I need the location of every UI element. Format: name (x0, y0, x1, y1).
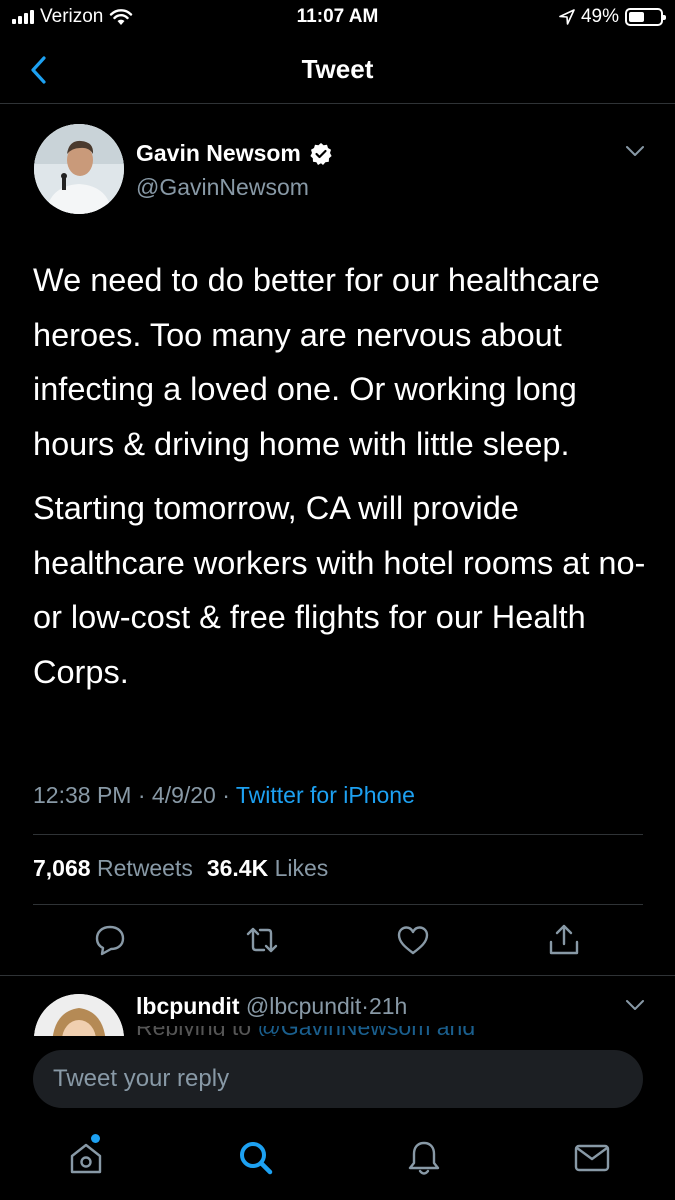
tweet-meta: 12:38 PM · 4/9/20 · Twitter for iPhone (33, 782, 415, 809)
verified-badge-icon (310, 142, 332, 165)
tweet-text: We need to do better for our healthcare … (33, 253, 653, 709)
tweet-actions (0, 922, 675, 962)
meta-separator: · (137, 782, 146, 808)
reply-age: 21h (368, 993, 408, 1019)
reply-header: lbcpundit @lbcpundit·21h (136, 993, 407, 1020)
battery-percent: 49% (580, 6, 619, 27)
search-icon[interactable] (236, 1138, 276, 1178)
tweet-paragraph: Starting tomorrow, CA will provide healt… (33, 490, 646, 690)
reply-snippet-prefix: Replying to (136, 1026, 251, 1036)
tweet-date: 4/9/20 (151, 782, 216, 808)
reply-separator: · (361, 993, 369, 1019)
comment-icon[interactable] (92, 922, 128, 958)
tweet-source-link[interactable]: Twitter for iPhone (236, 782, 415, 808)
tweet-paragraph: We need to do better for our healthcare … (33, 262, 600, 462)
share-icon[interactable] (546, 922, 582, 958)
reply-author-name[interactable]: lbcpundit (136, 993, 239, 1019)
divider (0, 975, 675, 976)
chevron-down-icon[interactable] (625, 144, 645, 158)
author-handle[interactable]: @GavinNewsom (136, 174, 309, 201)
divider (33, 834, 643, 835)
tweet-stats: 7,068 Retweets 36.4K Likes (33, 855, 328, 882)
home-icon[interactable] (66, 1138, 106, 1178)
reply-author-handle[interactable]: @lbcpundit (246, 993, 361, 1019)
reply-input[interactable]: Tweet your reply (33, 1050, 643, 1108)
battery-icon (625, 8, 666, 26)
avatar-photo (34, 124, 124, 214)
retweet-icon[interactable] (244, 922, 280, 958)
author-name-text: Gavin Newsom (136, 140, 301, 166)
mail-icon[interactable] (572, 1138, 612, 1178)
avatar[interactable] (34, 124, 124, 214)
likes-count: 36.4K (206, 855, 269, 881)
likes-stat[interactable]: 36.4K Likes (207, 855, 328, 882)
tweet-time: 12:38 PM (33, 782, 132, 808)
retweets-count: 7,068 (33, 855, 91, 881)
reply-snippet-mention[interactable]: @GavinNewsom and (257, 1026, 475, 1036)
heart-icon[interactable] (395, 922, 431, 958)
reply-snippet: Replying to @GavinNewsom and (136, 1026, 556, 1036)
battery-fill (629, 12, 644, 22)
chevron-down-icon[interactable] (625, 998, 645, 1012)
page-title: Tweet (301, 54, 374, 84)
status-bar: Verizon 11:07 AM 49% (0, 0, 675, 36)
meta-separator: · (222, 782, 230, 808)
tab-bar (0, 1124, 675, 1200)
retweets-stat[interactable]: 7,068 Retweets (33, 855, 193, 882)
likes-label: Likes (274, 855, 329, 881)
divider (33, 904, 643, 905)
author-name[interactable]: Gavin Newsom (136, 140, 333, 167)
nav-bar: Tweet (0, 36, 675, 104)
status-right: 49% (559, 6, 666, 28)
notification-dot (91, 1134, 100, 1143)
retweets-label: Retweets (96, 855, 193, 881)
bell-icon[interactable] (404, 1138, 444, 1178)
location-icon (559, 9, 575, 25)
